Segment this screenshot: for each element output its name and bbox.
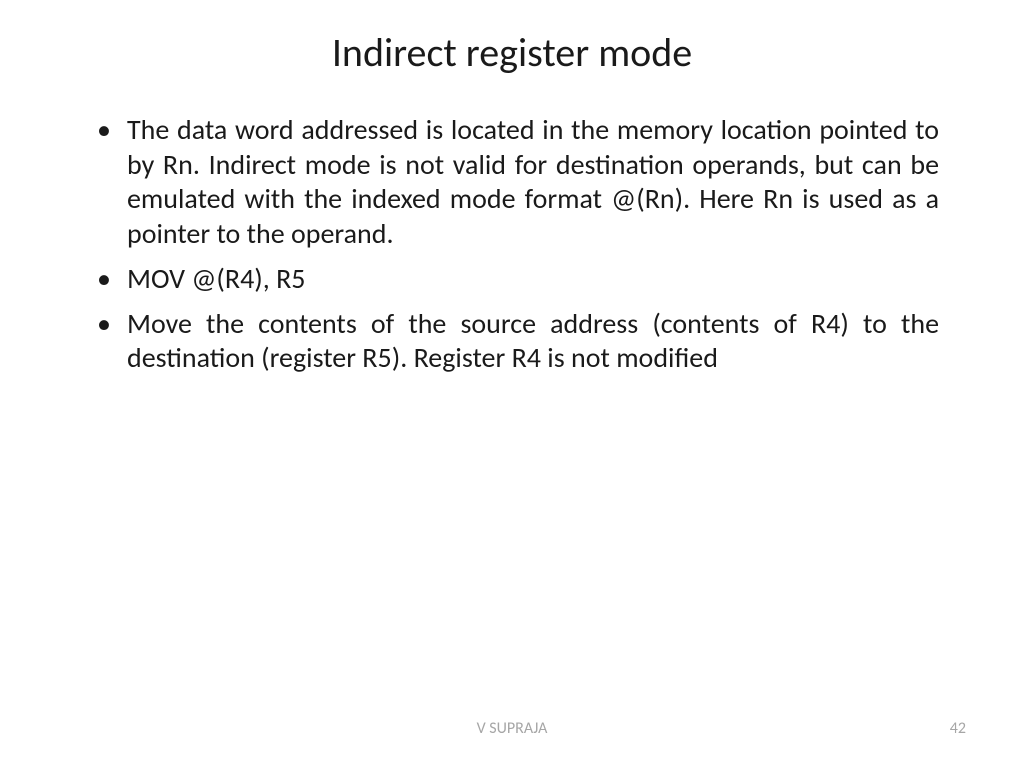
slide-content: The data word addressed is located in th… xyxy=(85,113,939,376)
bullet-item: The data word addressed is located in th… xyxy=(85,113,939,252)
slide: Indirect register mode The data word add… xyxy=(0,0,1024,768)
bullet-item: Move the contents of the source address … xyxy=(85,307,939,376)
bullet-list: The data word addressed is located in th… xyxy=(85,113,939,376)
footer-page-number: 42 xyxy=(950,719,966,738)
footer-author: V SUPRAJA xyxy=(0,719,1024,738)
slide-title: Indirect register mode xyxy=(85,28,939,77)
bullet-item: MOV @(R4), R5 xyxy=(85,262,939,297)
